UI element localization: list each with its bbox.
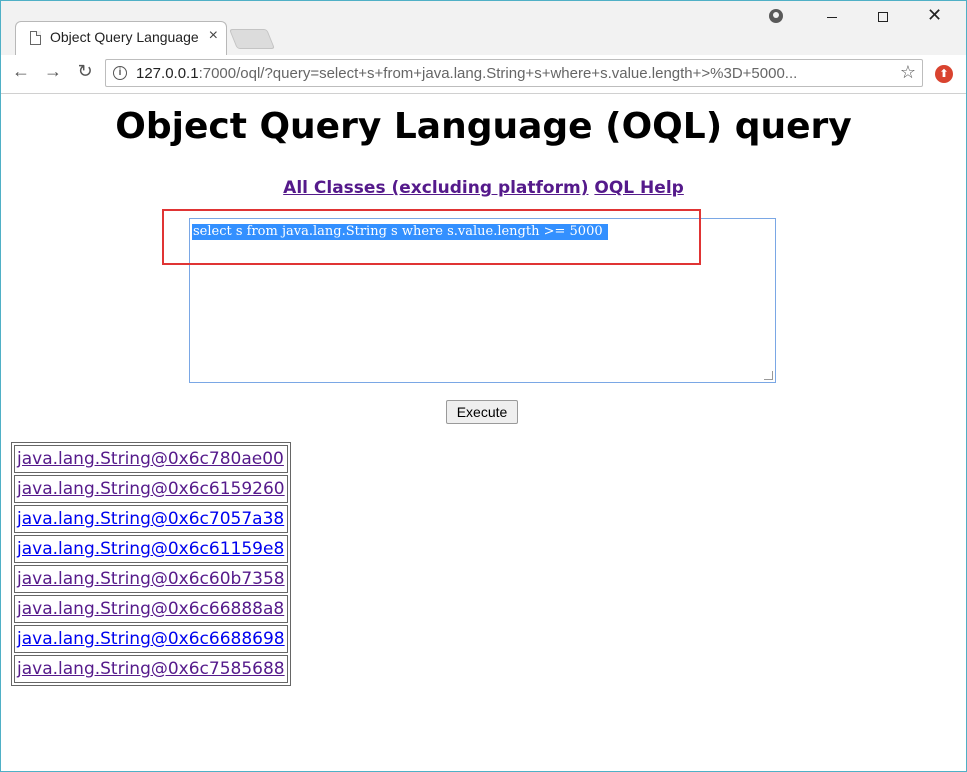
account-icon[interactable] [769, 9, 783, 23]
new-tab-button[interactable] [228, 29, 276, 49]
result-link[interactable]: java.lang.String@0x6c780ae00 [17, 449, 284, 469]
address-url[interactable]: 127.0.0.1:7000/oql/?query=select+s+from+… [136, 65, 896, 82]
execute-button[interactable]: Execute [446, 400, 518, 424]
result-cell: java.lang.String@0x6c7057a38 [14, 505, 288, 533]
back-arrow-icon[interactable]: ← [9, 61, 33, 82]
result-cell: java.lang.String@0x6c7585688 [14, 655, 288, 683]
bookmark-star-icon[interactable]: ☆ [900, 62, 916, 83]
page-title: Object Query Language (OQL) query [115, 106, 852, 147]
results-table: java.lang.String@0x6c780ae00 java.lang.St… [11, 442, 291, 686]
result-link[interactable]: java.lang.String@0x6c6159260 [17, 479, 285, 499]
annotation-highlight-box [162, 209, 701, 265]
result-cell: java.lang.String@0x6c6159260 [14, 475, 288, 503]
browser-toolbar: ← → ↻ i 127.0.0.1:7000/oql/?query=select… [1, 55, 966, 94]
minimize-icon[interactable] [827, 17, 837, 18]
result-link[interactable]: java.lang.String@0x6c61159e8 [17, 539, 284, 559]
oql-help-link[interactable]: OQL Help [594, 178, 683, 198]
window-close-icon[interactable]: ✕ [927, 5, 942, 26]
result-link[interactable]: java.lang.String@0x6c6688698 [17, 629, 285, 649]
table-row: java.lang.String@0x6c7057a38 [14, 505, 288, 533]
browser-tab[interactable]: Object Query Language × [15, 21, 227, 55]
result-cell: java.lang.String@0x6c66888a8 [14, 595, 288, 623]
tab-title: Object Query Language [50, 29, 199, 45]
tab-strip: Object Query Language × ✕ [1, 1, 966, 55]
result-link[interactable]: java.lang.String@0x6c66888a8 [17, 599, 284, 619]
tab-close-icon[interactable]: × [209, 27, 218, 45]
nav-links: All Classes (excluding platform) OQL Hel… [1, 178, 966, 198]
result-link[interactable]: java.lang.String@0x6c60b7358 [17, 569, 285, 589]
page-content: Object Query Language (OQL) query All Cl… [1, 94, 966, 771]
table-row: java.lang.String@0x6c61159e8 [14, 535, 288, 563]
table-row: java.lang.String@0x6c60b7358 [14, 565, 288, 593]
result-cell: java.lang.String@0x6c60b7358 [14, 565, 288, 593]
result-link[interactable]: java.lang.String@0x6c7585688 [17, 659, 285, 679]
info-icon[interactable]: i [113, 66, 127, 80]
result-cell: java.lang.String@0x6c780ae00 [14, 445, 288, 473]
document-icon [30, 31, 41, 45]
table-row: java.lang.String@0x6c780ae00 [14, 445, 288, 473]
table-row: java.lang.String@0x6c66888a8 [14, 595, 288, 623]
result-cell: java.lang.String@0x6c6688698 [14, 625, 288, 653]
table-row: java.lang.String@0x6c6159260 [14, 475, 288, 503]
reload-icon[interactable]: ↻ [73, 61, 97, 82]
table-row: java.lang.String@0x6c6688698 [14, 625, 288, 653]
forward-arrow-icon[interactable]: → [41, 61, 65, 82]
result-cell: java.lang.String@0x6c61159e8 [14, 535, 288, 563]
table-row: java.lang.String@0x6c7585688 [14, 655, 288, 683]
browser-window: Object Query Language × ✕ ← → ↻ i 127.0.… [0, 0, 967, 772]
maximize-icon[interactable] [878, 12, 888, 22]
all-classes-link[interactable]: All Classes (excluding platform) [283, 178, 588, 198]
address-bar[interactable]: i 127.0.0.1:7000/oql/?query=select+s+fro… [105, 59, 923, 87]
result-link[interactable]: java.lang.String@0x6c7057a38 [17, 509, 284, 529]
resize-grip-icon[interactable] [764, 371, 773, 380]
extension-icon[interactable]: ⬆ [935, 65, 953, 83]
